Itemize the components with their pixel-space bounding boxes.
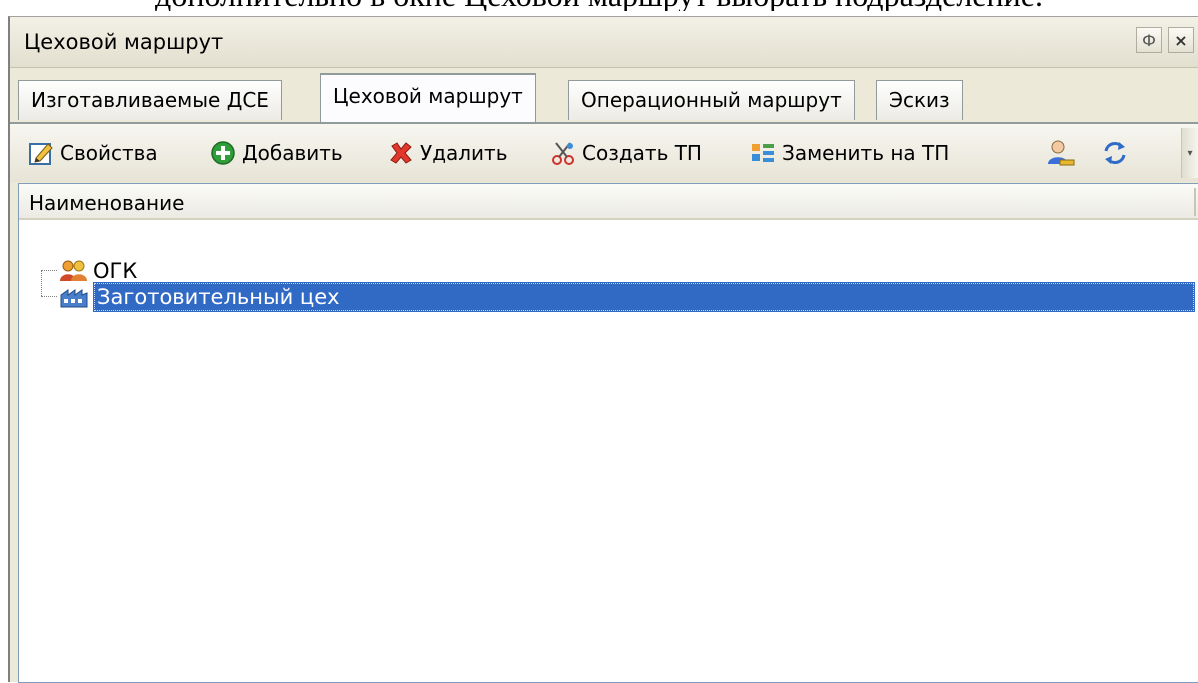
tab-operation-route[interactable]: Операционный маршрут bbox=[568, 80, 855, 120]
tree-item-label: Заготовительный цех bbox=[93, 282, 1195, 312]
chevron-down-icon: ▾ bbox=[1187, 147, 1193, 159]
tab-sketch[interactable]: Эскиз bbox=[876, 80, 963, 120]
column-separator[interactable] bbox=[1194, 188, 1196, 216]
panel-title: Цеховой маршрут bbox=[24, 30, 224, 54]
tree-connector-vertical bbox=[41, 270, 42, 296]
delete-red-x-icon bbox=[390, 142, 412, 164]
document-caption: дополнительно в окне Цеховой маршрут выб… bbox=[0, 0, 1198, 11]
panel-titlebar: Цеховой маршрут Ф × bbox=[10, 17, 1198, 68]
create-tp-button[interactable]: Создать ТП bbox=[550, 136, 702, 170]
add-label: Добавить bbox=[242, 141, 343, 165]
tree-connector-branch bbox=[41, 296, 57, 297]
properties-pencil-icon bbox=[29, 143, 53, 165]
tree-item-label: ОГК bbox=[93, 259, 138, 283]
shop-route-panel: Цеховой маршрут Ф × Изготавливаемые ДСЕ … bbox=[8, 16, 1198, 683]
delete-label: Удалить bbox=[420, 141, 508, 165]
replace-tp-label: Заменить на ТП bbox=[782, 141, 950, 165]
delete-button[interactable]: Удалить bbox=[388, 136, 508, 170]
add-green-plus-icon bbox=[211, 141, 235, 165]
create-tp-label: Создать ТП bbox=[582, 141, 702, 165]
close-button[interactable]: × bbox=[1168, 27, 1194, 53]
close-icon: × bbox=[1174, 30, 1188, 50]
tab-shop-route[interactable]: Цеховой маршрут bbox=[320, 73, 536, 122]
pin-icon: Ф bbox=[1142, 30, 1156, 50]
replace-blocks-icon bbox=[752, 144, 774, 162]
toolbar-overflow-button[interactable]: ▾ bbox=[1181, 128, 1198, 178]
pin-button[interactable]: Ф bbox=[1136, 27, 1162, 53]
column-header-label: Наименование bbox=[29, 191, 185, 215]
tab-manufactured-parts[interactable]: Изготавливаемые ДСЕ bbox=[18, 80, 282, 120]
group-users-icon bbox=[60, 260, 87, 281]
route-tree[interactable]: Наименование ОГК Заготовительный цех bbox=[18, 183, 1198, 683]
toolbar: Свойства Добавить Удалить Создать ТП Зам… bbox=[10, 124, 1198, 182]
tab-strip: Изготавливаемые ДСЕ Цеховой маршрут Опер… bbox=[10, 68, 1198, 124]
refresh-arrows-icon[interactable] bbox=[1100, 138, 1130, 168]
replace-tp-button[interactable]: Заменить на ТП bbox=[750, 136, 949, 170]
create-scissors-icon bbox=[552, 142, 574, 165]
tree-connector-branch bbox=[41, 270, 57, 271]
properties-label: Свойства bbox=[60, 141, 158, 165]
column-header-name[interactable]: Наименование bbox=[19, 184, 1198, 220]
workshop-factory-icon bbox=[60, 289, 88, 308]
add-button[interactable]: Добавить bbox=[210, 136, 343, 170]
find-user-icon[interactable] bbox=[1046, 138, 1076, 168]
tree-item-procurement-shop[interactable]: Заготовительный цех bbox=[59, 282, 1195, 312]
properties-button[interactable]: Свойства bbox=[28, 136, 158, 170]
